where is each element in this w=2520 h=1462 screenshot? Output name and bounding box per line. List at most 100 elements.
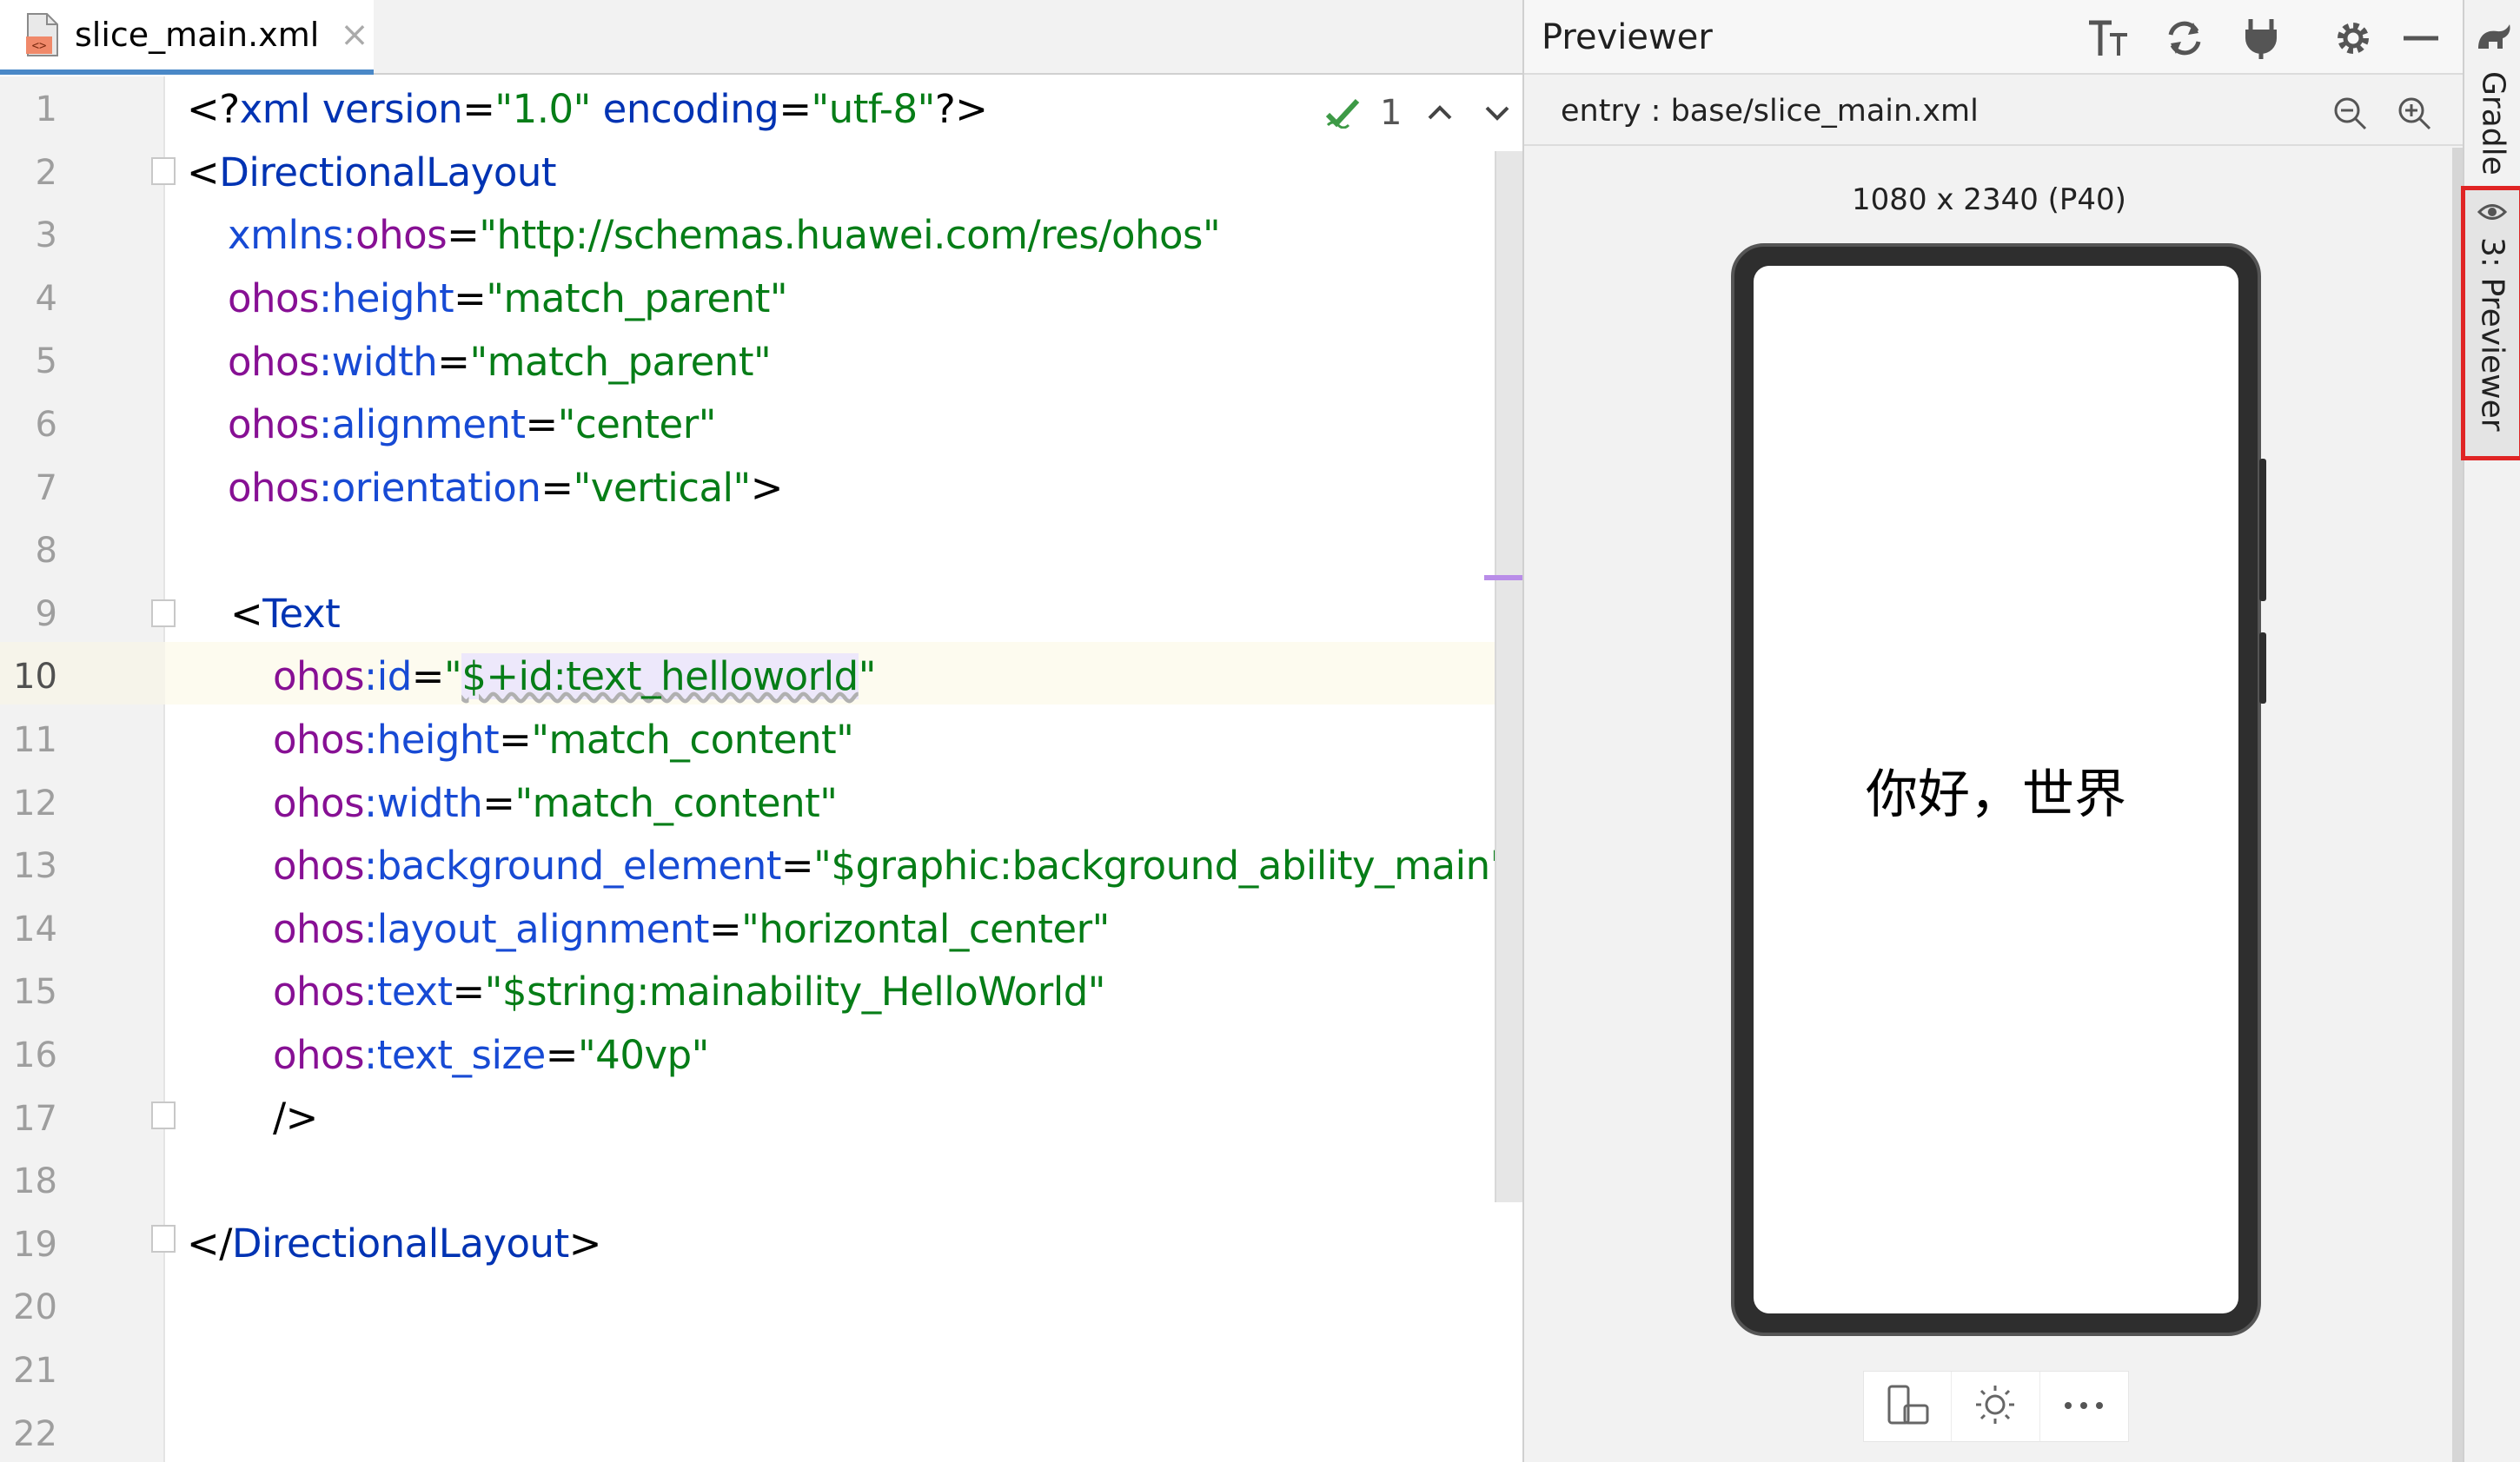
- fold-marker[interactable]: [151, 157, 176, 185]
- code-token: Text: [262, 591, 341, 637]
- code-token: :height: [319, 275, 454, 321]
- code-line-6[interactable]: ohos:alignment="center": [228, 394, 716, 457]
- theme-toggle-button[interactable]: [1952, 1372, 2040, 1441]
- rotate-device-icon: [1884, 1383, 1931, 1430]
- gear-icon[interactable]: [2331, 16, 2376, 61]
- line-number: 8: [35, 531, 57, 572]
- line-number: 10: [13, 657, 57, 698]
- close-icon[interactable]: ×: [340, 15, 369, 55]
- code-token: =: [525, 401, 559, 447]
- code-line-3[interactable]: xmlns:ohos="http://schemas.huawei.com/re…: [228, 204, 1221, 268]
- editor-scrollbar[interactable]: [1495, 151, 1522, 1202]
- zoom-out-icon[interactable]: [2331, 94, 2369, 132]
- code-line-11[interactable]: ohos:height="match_content": [273, 709, 854, 772]
- more-options-button[interactable]: [2040, 1372, 2128, 1441]
- rotate-device-button[interactable]: [1864, 1372, 1953, 1441]
- code-token: =: [462, 86, 495, 132]
- fold-marker[interactable]: [151, 1101, 176, 1129]
- code-token: =: [437, 339, 470, 385]
- code-line-10[interactable]: ohos:id="$+id:text_helloworld": [273, 645, 876, 709]
- code-token: />: [273, 1095, 318, 1141]
- previewer-subheader: entry : base/slice_main.xml: [1524, 76, 2464, 146]
- code-token: DirectionalLayout: [231, 1221, 569, 1267]
- minimize-icon[interactable]: [2398, 16, 2444, 61]
- code-token: :height: [364, 717, 500, 763]
- inspection-widget[interactable]: 1: [1324, 90, 1516, 136]
- line-number: 14: [13, 909, 57, 949]
- code-token: =: [779, 86, 812, 132]
- eye-icon: [2475, 199, 2510, 225]
- code-token: =: [499, 717, 532, 763]
- code-line-15[interactable]: ohos:text="$string:mainability_HelloWorl…: [273, 961, 1105, 1024]
- code-token: "utf-8": [811, 86, 936, 132]
- code-line-13[interactable]: ohos:background_element="$graphic:backgr…: [273, 835, 1508, 898]
- code-token: "$graphic:background_ability_main": [813, 843, 1508, 889]
- line-number: 1: [35, 89, 57, 129]
- plug-icon[interactable]: [2238, 16, 2284, 61]
- line-number: 13: [13, 846, 57, 887]
- line-number: 7: [35, 467, 57, 508]
- code-token: :text_size: [364, 1032, 546, 1078]
- code-line-4[interactable]: ohos:height="match_parent": [228, 268, 788, 331]
- code-token: ohos: [228, 275, 320, 321]
- xml-file-icon: <>: [24, 12, 61, 57]
- code-token: ohos: [228, 339, 320, 385]
- previewer-bottom-toolbar: [1863, 1371, 2129, 1442]
- fold-marker[interactable]: [151, 1225, 176, 1253]
- more-horizontal-icon: [2062, 1399, 2106, 1415]
- code-token: "40vp": [577, 1032, 709, 1078]
- zoom-in-icon[interactable]: [2395, 94, 2433, 132]
- gradle-tab[interactable]: Gradle: [2464, 63, 2520, 175]
- tab-slice-main-xml[interactable]: <> slice_main.xml ×: [0, 0, 374, 75]
- scrollbar-marker[interactable]: [1484, 575, 1522, 580]
- code-line-17[interactable]: />: [273, 1087, 318, 1150]
- code-token: ohos: [228, 401, 320, 447]
- code-line-9[interactable]: <Text: [230, 583, 341, 646]
- chevron-down-icon[interactable]: [1478, 94, 1516, 132]
- code-token: ohos: [273, 653, 365, 699]
- check-icon: [1324, 97, 1361, 129]
- code-token: :width: [364, 780, 483, 826]
- line-number: 5: [35, 341, 57, 382]
- inspection-count: 1: [1380, 93, 1403, 133]
- code-token: :layout_alignment: [364, 906, 709, 952]
- hello-world-text: 你好，世界: [1866, 764, 2126, 825]
- gradle-elephant-icon[interactable]: [2475, 23, 2511, 56]
- phone-side-button: [2259, 632, 2266, 704]
- code-line-2[interactable]: <DirectionalLayout: [187, 142, 557, 205]
- code-token: "$string:mainability_HelloWorld": [484, 969, 1106, 1015]
- previewer-tab[interactable]: 3: Previewer: [2461, 186, 2520, 460]
- code-line-7[interactable]: ohos:orientation="vertical">: [228, 457, 783, 520]
- code-line-5[interactable]: ohos:width="match_parent": [228, 331, 772, 394]
- code-token: =: [545, 1032, 579, 1078]
- fold-marker[interactable]: [151, 599, 176, 627]
- chevron-up-icon[interactable]: [1421, 94, 1459, 132]
- code-token: =: [447, 212, 480, 258]
- line-number: 20: [13, 1287, 57, 1328]
- line-number: 16: [13, 1035, 57, 1075]
- code-token: </: [187, 1221, 232, 1267]
- code-line-16[interactable]: ohos:text_size="40vp": [273, 1024, 709, 1088]
- line-number: 19: [13, 1224, 57, 1265]
- code-token: =: [540, 465, 574, 511]
- code-token: "center": [557, 401, 717, 447]
- code-line-14[interactable]: ohos:layout_alignment="horizontal_center…: [273, 898, 1110, 962]
- code-editor[interactable]: <> slice_main.xml × 1 2 3 4 5 6 7 8 9 10 11 12 13 14 1…: [0, 0, 1522, 1462]
- phone-screen[interactable]: 你好，世界: [1754, 266, 2238, 1313]
- font-size-icon[interactable]: [2086, 16, 2131, 61]
- code-line-19[interactable]: </DirectionalLayout>: [187, 1213, 601, 1276]
- code-token: ": [443, 653, 462, 699]
- line-number: 17: [13, 1098, 57, 1139]
- code-token: "match_parent": [486, 275, 788, 321]
- line-number: 11: [13, 720, 57, 760]
- code-token: :alignment: [319, 401, 526, 447]
- refresh-icon[interactable]: [2162, 16, 2207, 61]
- right-tool-window-strip: Gradle 3: Previewer: [2461, 0, 2520, 1462]
- code-line-12[interactable]: ohos:width="match_content": [273, 772, 838, 836]
- code-token: "match_content": [514, 780, 838, 826]
- code-token: =: [780, 843, 814, 889]
- code-token: :orientation: [319, 465, 541, 511]
- code-token: :id: [364, 653, 412, 699]
- gradle-tab-label: Gradle: [2475, 71, 2511, 175]
- code-line-1[interactable]: <?xml version="1.0" encoding="utf-8"?>: [187, 78, 988, 142]
